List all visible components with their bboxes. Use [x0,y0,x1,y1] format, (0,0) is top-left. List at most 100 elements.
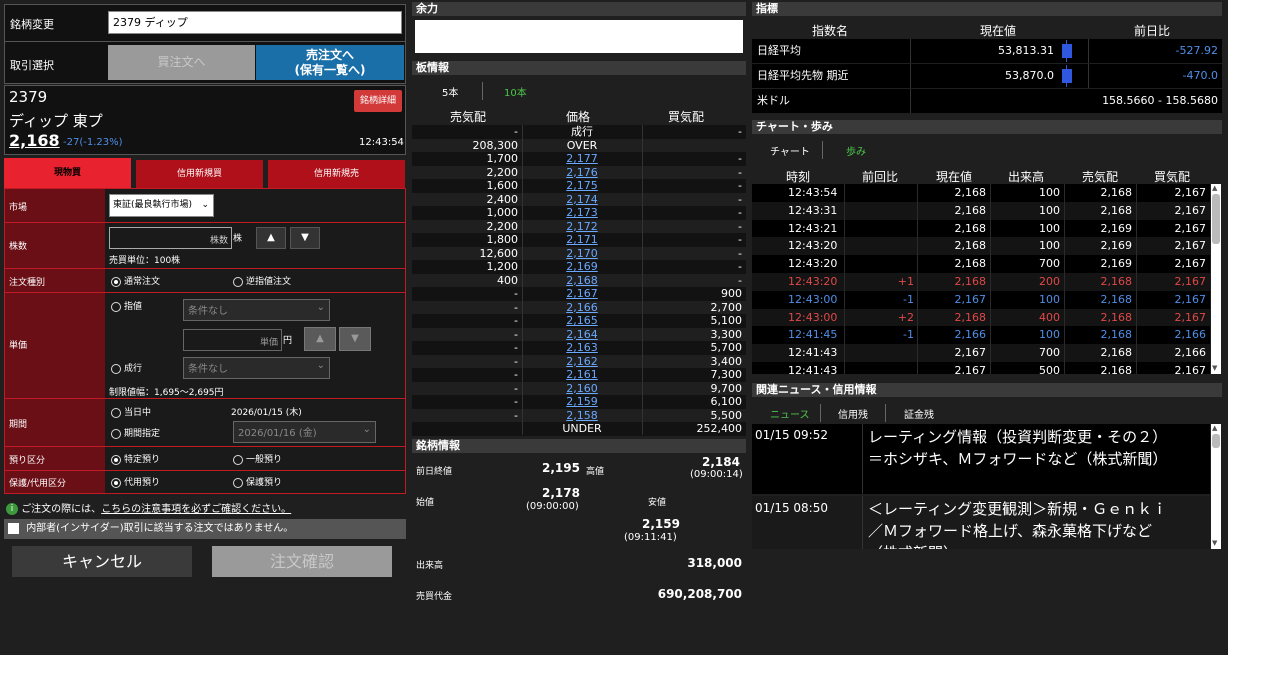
board-price[interactable]: 2,167 [522,287,642,300]
board-buy-qty: 252,400 [696,422,743,435]
qty-up-button[interactable]: ▲ [256,227,286,249]
board-sell-qty: 208,300 [472,138,519,152]
insider-row[interactable]: 内部者(インサイダー)取引に該当する注文ではありません。 [4,519,406,539]
price-input[interactable]: 単価 [183,329,282,351]
period-specify-radio[interactable]: 期間指定 [111,426,160,439]
board-price[interactable]: 2,162 [522,355,642,368]
board-price[interactable]: 2,177 [522,152,642,165]
indices-header: 指標 [752,2,1222,16]
news-item[interactable]: 01/15 09:52 レーティング情報（投資判断変更・その２）＝ホシザキ、Ｍフ… [752,424,1210,494]
scroll-up-icon[interactable]: ▲ [1212,424,1217,432]
news-item[interactable]: 01/15 08:50 ＜レーティング変更観測＞新規・Ｇｅｎｋｉ／Ｍフォワード格… [752,496,1210,549]
ticks-col-ask: 売気配 [1082,170,1119,184]
radio-checked-icon [111,477,121,488]
period-today-radio[interactable]: 当日中 [111,405,151,418]
board-price[interactable]: 2,163 [522,341,642,354]
board-price[interactable]: 2,175 [522,179,642,192]
period-date-select[interactable]: 2026/01/16 (金) ⌄ [233,421,376,443]
order-type-stop[interactable]: 逆指値注文 [233,274,291,287]
tick-divider [1136,219,1137,238]
board-price[interactable]: 2,171 [522,233,642,246]
cancel-button[interactable]: キャンセル [12,546,192,577]
tick-divider [844,326,845,345]
board-row: 2,200 2,176 - [412,165,746,179]
scroll-down-icon[interactable]: ▼ [1212,539,1217,547]
confirm-button[interactable]: 注文確認 [212,546,392,577]
tab-5[interactable]: 5本 [442,84,458,99]
board-price[interactable]: 2,161 [522,368,642,381]
sell-order-button[interactable]: 売注文へ (保有一覧へ) [256,45,404,80]
tab-news[interactable]: ニュース [770,406,810,421]
board-price[interactable]: 2,166 [522,301,642,314]
board-buy-qty: - [738,260,742,273]
board-buy-qty: 5,500 [710,408,743,422]
limit-radio[interactable]: 指値 [111,299,142,312]
news-text[interactable]: ＜レーティング変更観測＞新規・Ｇｅｎｋｉ／Ｍフォワード格上げ、森永菓格下げなど（… [868,498,1168,549]
limit-condition-select[interactable]: 条件なし ⌄ [183,299,330,321]
tick-price: 2,167 [954,364,987,374]
tab-credit[interactable]: 信用残 [838,406,868,421]
deposit-specific-radio[interactable]: 特定預り [111,452,160,465]
tick-price: 2,168 [954,257,987,271]
board-price[interactable]: 2,174 [522,193,642,206]
qty-down-button[interactable]: ▼ [290,227,320,249]
order-type-normal[interactable]: 通常注文 [111,274,160,287]
board-price[interactable]: 2,165 [522,314,642,327]
tick-ask: 2,169 [1100,257,1133,271]
ticks-scrollbar[interactable]: ▲ ▼ [1211,184,1221,374]
candle-wick-icon [1066,65,1067,87]
tab-margin-sell[interactable]: 信用新規売 [268,160,405,188]
board-price[interactable]: 2,168 [522,274,642,287]
notice-link[interactable]: こちらの注意事項を必ずご確認ください。 [101,504,291,515]
market-order-radio[interactable]: 成行 [111,361,142,374]
tick-vol: 200 [1039,275,1060,288]
stock-price[interactable]: 2,168 [9,131,60,150]
margin-sub-radio[interactable]: 代用預り [111,475,160,488]
price-down-button[interactable]: ▼ [339,327,371,351]
scroll-up-icon[interactable]: ▲ [1212,184,1217,192]
margin-protect-radio[interactable]: 保護預り [233,475,282,488]
tab-chart[interactable]: チャート [770,143,810,158]
tab-10[interactable]: 10本 [504,84,527,99]
deposit-general-radio[interactable]: 一般預り [233,452,282,465]
scrollbar-thumb[interactable] [1212,434,1220,448]
scrollbar-thumb[interactable] [1212,194,1220,244]
board-sell-qty: - [514,341,518,354]
board-price[interactable]: 2,164 [522,328,642,341]
board-buy-qty: - [738,165,742,179]
tick-divider [990,326,991,345]
scroll-down-icon[interactable]: ▼ [1212,364,1217,372]
checkbox-icon[interactable] [8,522,19,534]
buy-order-button[interactable]: 買注文へ [108,45,255,80]
market-condition-select[interactable]: 条件なし ⌄ [183,357,330,379]
board-price[interactable]: 2,159 [522,395,642,408]
news-scrollbar[interactable]: ▲ ▼ [1211,424,1221,549]
board-price[interactable]: 2,176 [522,166,642,179]
stock-detail-button[interactable]: 銘柄詳細 [354,90,402,112]
board-panel: 余力 板情報 5本 10本 売気配 価格 買気配 - 成行 -208,300 OVER… [412,2,746,612]
tab-shokin[interactable]: 証金残 [904,406,934,421]
board-price[interactable]: 2,160 [522,382,642,395]
open-value: 2,178 [542,486,580,500]
tab-spot-buy[interactable]: 現物買 [4,158,131,188]
tab-divider [482,82,483,100]
symbol-row: 銘柄変更 2379 ディップ [4,4,406,42]
board-sell-qty: - [514,381,518,395]
price-up-button[interactable]: ▲ [304,327,336,351]
board-price[interactable]: 2,173 [522,206,642,219]
tab-margin-buy[interactable]: 信用新規買 [136,160,263,188]
deposit-general-label: 一般預り [246,455,283,465]
board-price[interactable]: 2,158 [522,409,642,422]
qty-input[interactable]: 株数 [109,227,232,249]
trading-app: 銘柄変更 2379 ディップ 取引選択 買注文へ 売注文へ (保有一覧へ) 23… [0,0,1228,655]
symbol-input[interactable]: 2379 ディップ [108,11,402,34]
tab-divider [820,404,821,422]
news-text[interactable]: レーティング情報（投資判断変更・その２）＝ホシザキ、Ｍフォワードなど（株式新聞） [868,426,1168,470]
board-price[interactable]: 2,172 [522,220,642,233]
tab-ayumi[interactable]: 歩み [846,143,866,158]
board-buy-qty: - [738,125,742,138]
board-price[interactable]: 2,170 [522,247,642,260]
tick-vol: 400 [1039,310,1060,324]
market-select[interactable]: 東証(最良執行市場) ⌄ [109,194,214,217]
board-price[interactable]: 2,169 [522,260,642,273]
